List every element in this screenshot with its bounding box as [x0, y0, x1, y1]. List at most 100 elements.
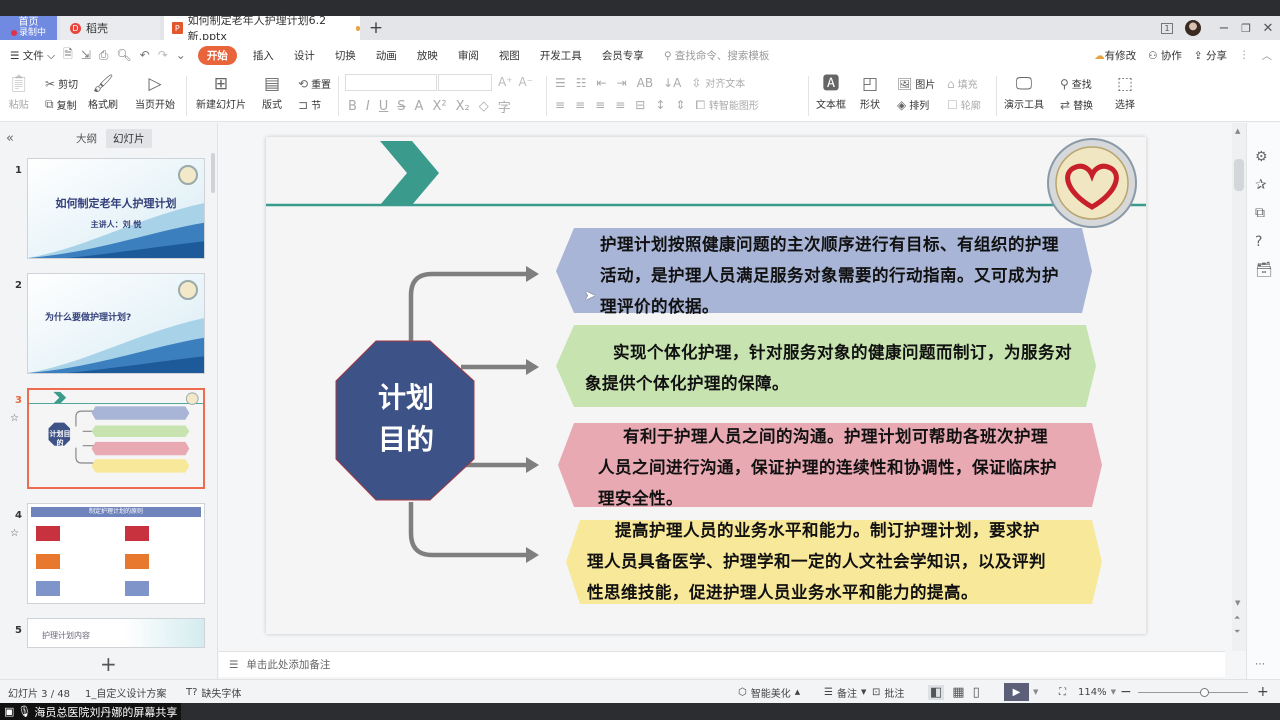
- collapse-ribbon-icon[interactable]: ︿: [1262, 48, 1273, 63]
- share-button[interactable]: ⇪ 分享: [1194, 48, 1227, 63]
- properties-icon[interactable]: ⚙: [1255, 149, 1268, 165]
- zoom-level-select[interactable]: 114% ▼: [1078, 680, 1116, 704]
- preview-icon[interactable]: 🔍︎: [116, 48, 131, 62]
- minimize-button[interactable]: −: [1214, 16, 1234, 40]
- slide-thumbnail-4[interactable]: 制定护理计划的原则: [27, 503, 205, 604]
- superscript-icon[interactable]: X²: [432, 99, 446, 114]
- align-center-icon[interactable]: ≡: [575, 98, 585, 112]
- tab-slides[interactable]: 幻灯片: [106, 129, 152, 148]
- menu-tab-developer[interactable]: 开发工具: [540, 48, 582, 63]
- missing-font-button[interactable]: T? 缺失字体: [186, 680, 241, 704]
- bold-icon[interactable]: B: [348, 99, 357, 114]
- font-name-select[interactable]: [345, 74, 437, 91]
- scroll-up-icon[interactable]: ▲: [1235, 127, 1240, 135]
- backup-icon[interactable]: 🗃︎: [1255, 262, 1273, 278]
- strikethrough-icon[interactable]: S: [397, 99, 405, 114]
- textbox-button[interactable]: 🅰︎ 文本框: [816, 72, 846, 111]
- collapse-panel-icon[interactable]: «: [6, 131, 14, 146]
- italic-icon[interactable]: I: [366, 99, 370, 114]
- restore-button[interactable]: ❐: [1236, 16, 1256, 40]
- thumbnail-scrollbar[interactable]: [211, 153, 215, 193]
- smart-art-button[interactable]: ⧠ 转智能图形: [695, 97, 758, 113]
- slide-transition-icon[interactable]: ⧉: [1255, 205, 1265, 221]
- paste-button[interactable]: 📋︎ 粘贴: [8, 72, 30, 111]
- subscript-icon[interactable]: X₂: [456, 99, 470, 114]
- close-button[interactable]: ✕: [1258, 16, 1278, 40]
- slide-scrollbar[interactable]: ▲ ▼ ⏶ ⏷: [1232, 123, 1246, 651]
- menu-tab-design[interactable]: 设计: [294, 48, 315, 63]
- increase-indent-icon[interactable]: ⇥: [617, 76, 627, 90]
- arrange-button[interactable]: ◈ 排列: [897, 97, 929, 113]
- slide-thumbnail-3[interactable]: 计划目的: [27, 388, 205, 489]
- copy-button[interactable]: ⧉ 复制: [45, 97, 77, 112]
- menu-tab-review[interactable]: 审阅: [458, 48, 479, 63]
- zoom-slider[interactable]: [1138, 680, 1248, 704]
- customize-toolbar-icon[interactable]: ⌄: [176, 48, 186, 62]
- print-icon[interactable]: ⎙: [99, 48, 109, 63]
- theme-name[interactable]: 1_自定义设计方案: [85, 680, 166, 704]
- user-avatar[interactable]: [1183, 16, 1203, 40]
- presenter-tools-button[interactable]: 🖵︎ 演示工具: [1004, 72, 1044, 111]
- help-icon[interactable]: ?: [1255, 234, 1262, 250]
- fill-button[interactable]: ⌂ 填充: [947, 76, 978, 92]
- cut-button[interactable]: ✂ 剪切: [45, 76, 78, 92]
- menu-tab-insert[interactable]: 插入: [253, 48, 274, 63]
- numbered-list-icon[interactable]: ☷: [576, 76, 587, 90]
- beautify-button[interactable]: ⬡ 智能美化 ▲: [738, 680, 800, 704]
- menu-tab-member[interactable]: 会员专享: [602, 48, 644, 63]
- tab-outline[interactable]: 大纲: [76, 131, 97, 146]
- scroll-down-icon[interactable]: ▼: [1235, 599, 1240, 607]
- reading-view-icon[interactable]: ▯: [973, 685, 980, 700]
- comment-button[interactable]: ⊡ 批注: [872, 680, 904, 704]
- notes-pane[interactable]: ☰ 单击此处添加备注: [219, 651, 1225, 677]
- tab-document[interactable]: P 如何制定老年人护理计划6.2新.pptx: [164, 14, 360, 43]
- window-count-button[interactable]: 1: [1158, 16, 1176, 40]
- save-icon[interactable]: 🗎: [63, 45, 73, 66]
- undo-icon[interactable]: ↶: [140, 48, 150, 62]
- tab-home[interactable]: 首页 录制中: [0, 16, 57, 40]
- play-from-current-button[interactable]: ▷ 当页开始: [135, 72, 175, 111]
- new-slide-button[interactable]: ⊞ 新建幻灯片: [196, 72, 246, 111]
- export-icon[interactable]: ⇲: [81, 48, 91, 62]
- format-painter-button[interactable]: 🖌︎ 格式刷: [88, 72, 118, 111]
- menu-tab-slideshow[interactable]: 放映: [417, 48, 438, 63]
- slide-thumbnail-2[interactable]: 为什么要做护理计划?: [27, 273, 205, 374]
- find-button[interactable]: ⚲ 查找: [1060, 76, 1092, 92]
- decrease-font-icon[interactable]: A⁻: [519, 75, 534, 89]
- justify-icon[interactable]: ≡: [615, 98, 625, 112]
- menu-tab-transitions[interactable]: 切换: [335, 48, 356, 63]
- section-button[interactable]: ⊐ 节: [298, 97, 321, 113]
- prev-slide-icon[interactable]: ⏶: [1234, 613, 1240, 623]
- text-direction-icon[interactable]: AB: [637, 76, 653, 90]
- new-tab-button[interactable]: +: [366, 16, 386, 40]
- tab-daoke[interactable]: D 稻壳: [60, 16, 160, 40]
- more-icon[interactable]: ⋯: [1255, 659, 1265, 670]
- layout-button[interactable]: ▤ 版式: [262, 72, 282, 111]
- paragraph-spacing-icon[interactable]: ⇕: [675, 98, 685, 112]
- pinyin-icon[interactable]: 字: [498, 97, 511, 116]
- zoom-out-button[interactable]: −: [1120, 680, 1132, 704]
- clear-format-icon[interactable]: ◇: [479, 99, 489, 114]
- zoom-slider-handle[interactable]: [1200, 687, 1209, 697]
- slide-canvas[interactable]: 计划 目的 护理计划按照健康问题的主次顺序进行有目标、有组织的护理 活动，是护理…: [266, 137, 1146, 634]
- align-right-icon[interactable]: ≡: [595, 98, 605, 112]
- zoom-in-button[interactable]: +: [1257, 680, 1269, 704]
- add-slide-button[interactable]: +: [100, 652, 117, 676]
- bullet-list-icon[interactable]: ☰: [555, 76, 566, 90]
- font-size-select[interactable]: [438, 74, 492, 91]
- reset-button[interactable]: ⟲ 重置: [298, 76, 331, 92]
- more-menu-icon[interactable]: ⋮: [1239, 49, 1250, 61]
- modified-status-button[interactable]: ☁有修改: [1094, 48, 1136, 63]
- slide-thumbnail-1[interactable]: 如何制定老年人护理计划 主讲人：刘 悦: [27, 158, 205, 259]
- fit-window-button[interactable]: ⛶: [1059, 680, 1066, 704]
- outline-button[interactable]: ☐ 轮廓: [947, 97, 981, 113]
- increase-font-icon[interactable]: A⁺: [498, 75, 513, 89]
- command-search[interactable]: ⚲ 查找命令、搜索模板: [664, 48, 770, 63]
- menu-tab-animations[interactable]: 动画: [376, 48, 397, 63]
- menu-tab-view[interactable]: 视图: [499, 48, 520, 63]
- picture-button[interactable]: 🖼︎ 图片: [897, 76, 935, 92]
- collaborate-button[interactable]: ⚇ 协作: [1148, 48, 1182, 63]
- sort-icon[interactable]: ↓A: [663, 76, 681, 90]
- scrollbar-thumb[interactable]: [1234, 159, 1244, 191]
- decrease-indent-icon[interactable]: ⇤: [597, 76, 607, 90]
